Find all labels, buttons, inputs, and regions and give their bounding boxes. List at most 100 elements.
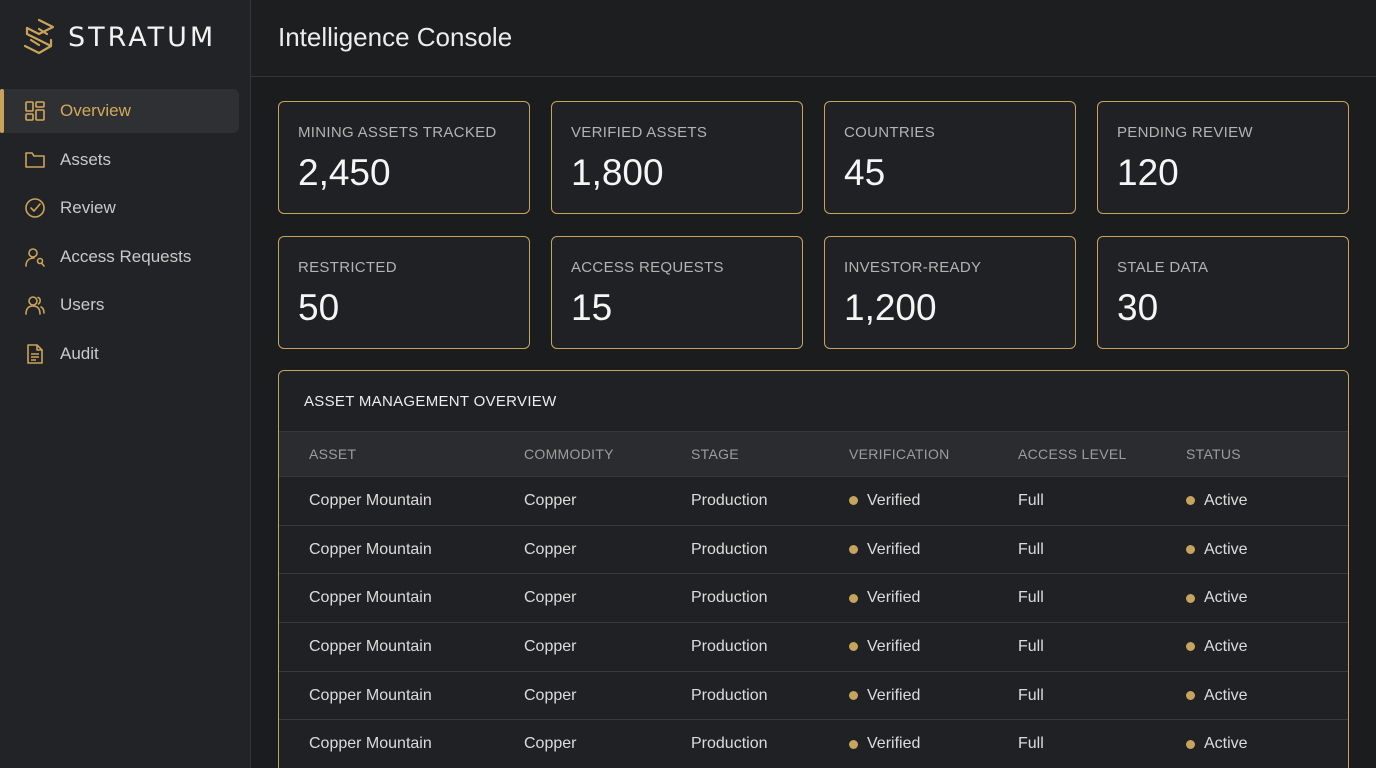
stat-label: PENDING REVIEW: [1117, 124, 1253, 141]
status-dot: [1186, 739, 1195, 749]
column-header-asset[interactable]: ASSET: [309, 432, 356, 476]
cell-stage: Production: [691, 686, 768, 704]
column-header-verification[interactable]: VERIFICATION: [849, 432, 950, 476]
cell-status: Active: [1186, 477, 1248, 525]
cell-stage: Production: [691, 637, 768, 655]
verification-label: Verified: [867, 491, 921, 509]
table-row[interactable]: Copper Mountain Copper Production Verifi…: [279, 672, 1348, 721]
user-key-icon: [25, 247, 45, 267]
verification-label: Verified: [867, 735, 921, 753]
cell-commodity: Copper: [524, 735, 577, 753]
table-row[interactable]: Copper Mountain Copper Production Verifi…: [279, 721, 1348, 768]
sidebar-item-label: Audit: [60, 343, 99, 363]
page-header: Intelligence Console: [251, 0, 1376, 77]
column-header-stage[interactable]: STAGE: [691, 432, 739, 476]
cell-stage: Production: [691, 491, 768, 509]
page-title: Intelligence Console: [278, 22, 513, 52]
status-dot: [1186, 593, 1195, 603]
sidebar: STRATUM Overview Assets Review Access Re…: [0, 0, 251, 768]
status-dot: [1186, 496, 1195, 506]
table-row[interactable]: Copper Mountain Copper Production Verifi…: [279, 574, 1348, 624]
cell-stage: Production: [691, 735, 768, 753]
status-dot: [849, 593, 858, 603]
stat-card-pending-review[interactable]: PENDING REVIEW 120: [1097, 101, 1349, 214]
verification-label: Verified: [867, 686, 921, 704]
sidebar-item-label: Users: [60, 295, 105, 315]
column-header-access-level[interactable]: ACCESS LEVEL: [1018, 432, 1127, 476]
status-dot: [1186, 691, 1195, 701]
stat-card-access-requests[interactable]: ACCESS REQUESTS 15: [551, 236, 803, 349]
cell-verification: Verified: [849, 721, 920, 768]
column-header-status[interactable]: STATUS: [1186, 432, 1241, 476]
stat-value: 30: [1117, 287, 1159, 328]
sidebar-item-review[interactable]: Review: [0, 186, 239, 230]
cell-stage: Production: [691, 540, 768, 558]
panel-title: ASSET MANAGEMENT OVERVIEW: [304, 393, 557, 410]
sidebar-nav: Overview Assets Review Access Requests U…: [0, 89, 251, 381]
cell-asset: Copper Mountain: [309, 735, 432, 753]
sidebar-item-assets[interactable]: Assets: [0, 138, 239, 182]
cell-status: Active: [1186, 623, 1248, 671]
stat-value: 2,450: [298, 152, 391, 193]
cell-status: Active: [1186, 672, 1248, 720]
stat-card-stale-data[interactable]: STALE DATA 30: [1097, 236, 1349, 349]
cell-asset: Copper Mountain: [309, 637, 432, 655]
sidebar-item-audit[interactable]: Audit: [0, 332, 239, 376]
cell-commodity: Copper: [524, 686, 577, 704]
stat-label: RESTRICTED: [298, 259, 397, 276]
stat-card-verified-assets[interactable]: VERIFIED ASSETS 1,800: [551, 101, 803, 214]
cell-access-level: Full: [1018, 589, 1044, 607]
brand-name: STRATUM: [68, 21, 217, 53]
stat-card-mining-assets-tracked[interactable]: MINING ASSETS TRACKED 2,450: [278, 101, 530, 214]
cell-commodity: Copper: [524, 491, 577, 509]
cell-asset: Copper Mountain: [309, 589, 432, 607]
cell-asset: Copper Mountain: [309, 540, 432, 558]
stat-label: MINING ASSETS TRACKED: [298, 124, 497, 141]
sidebar-item-overview[interactable]: Overview: [0, 89, 239, 133]
dashboard-grid-icon: [25, 101, 45, 121]
status-dot: [849, 545, 858, 555]
status-label: Active: [1204, 491, 1248, 509]
stratum-logo-icon: [23, 18, 55, 55]
cell-verification: Verified: [849, 672, 920, 720]
sidebar-item-label: Overview: [60, 101, 131, 120]
table-row[interactable]: Copper Mountain Copper Production Verifi…: [279, 526, 1348, 575]
sidebar-item-access-requests[interactable]: Access Requests: [0, 235, 239, 279]
cell-status: Active: [1186, 526, 1248, 574]
stat-label: INVESTOR-READY: [844, 259, 982, 276]
stat-card-investor-ready[interactable]: INVESTOR-READY 1,200: [824, 236, 1076, 349]
cell-commodity: Copper: [524, 589, 577, 607]
stat-card-restricted[interactable]: RESTRICTED 50: [278, 236, 530, 349]
sidebar-item-label: Review: [60, 198, 116, 218]
cell-commodity: Copper: [524, 540, 577, 558]
folder-icon: [25, 151, 45, 168]
asset-management-panel: ASSET MANAGEMENT OVERVIEW ASSET COMMODIT…: [278, 370, 1349, 768]
sidebar-item-label: Access Requests: [60, 246, 192, 266]
status-dot: [1186, 545, 1195, 555]
sidebar-item-label: Assets: [60, 149, 112, 169]
sidebar-item-users[interactable]: Users: [0, 283, 239, 327]
cell-status: Active: [1186, 721, 1248, 768]
status-label: Active: [1204, 589, 1248, 607]
table-header: ASSET COMMODITY STAGE VERIFICATION ACCES…: [279, 431, 1348, 477]
verification-label: Verified: [867, 540, 921, 558]
table-row[interactable]: Copper Mountain Copper Production Verifi…: [279, 623, 1348, 672]
users-icon: [25, 296, 45, 316]
cell-access-level: Full: [1018, 735, 1044, 753]
stat-value: 1,200: [844, 287, 937, 328]
cell-verification: Verified: [849, 623, 920, 671]
status-label: Active: [1204, 637, 1248, 655]
stat-label: COUNTRIES: [844, 124, 936, 141]
stat-value: 45: [844, 152, 886, 193]
verification-label: Verified: [867, 589, 921, 607]
stat-value: 120: [1117, 152, 1179, 193]
column-header-commodity[interactable]: COMMODITY: [524, 432, 614, 476]
stat-card-countries[interactable]: COUNTRIES 45: [824, 101, 1076, 214]
status-dot: [849, 691, 858, 701]
brand[interactable]: STRATUM: [22, 18, 216, 56]
table-row[interactable]: Copper Mountain Copper Production Verifi…: [279, 477, 1348, 526]
cell-commodity: Copper: [524, 637, 577, 655]
status-dot: [849, 496, 858, 506]
cell-verification: Verified: [849, 574, 920, 622]
stat-label: ACCESS REQUESTS: [571, 259, 724, 276]
